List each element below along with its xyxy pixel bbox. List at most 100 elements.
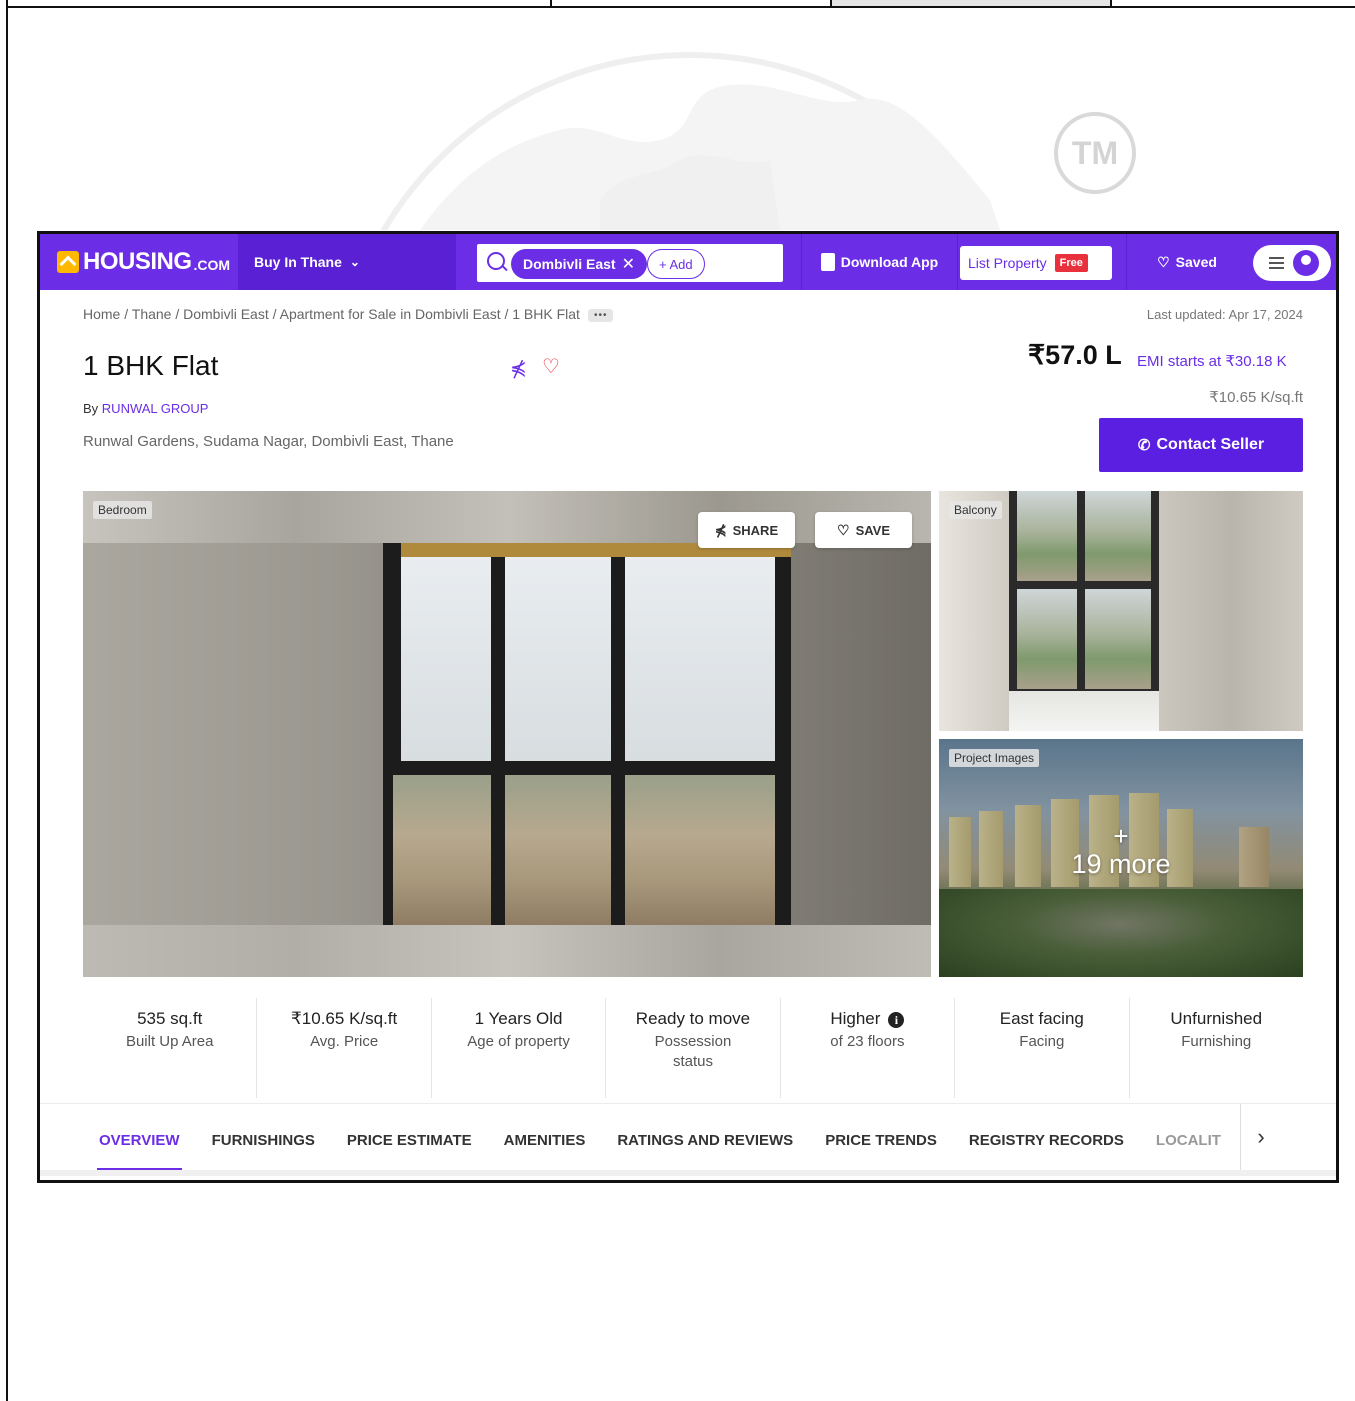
phone-icon: ✆: [1137, 437, 1151, 454]
top-table-strip: [6, 0, 1355, 8]
window-pane: [401, 555, 491, 761]
stat-floor: Higher i of 23 floors: [781, 998, 956, 1098]
window-pane-site: [393, 775, 491, 925]
housing-logo[interactable]: HOUSING .COM: [57, 248, 230, 276]
breadcrumb-more-button[interactable]: •••: [587, 308, 614, 322]
share-icon[interactable]: ⋠: [510, 356, 527, 381]
stat-value: 1 Years Old: [474, 1009, 563, 1028]
tab-underline-bar: [40, 1170, 1336, 1176]
page-title: 1 BHK Flat: [83, 350, 219, 381]
tab-bar: OVERVIEW FURNISHINGS PRICE ESTIMATE AMEN…: [83, 1104, 1253, 1176]
photo-right-wall: [791, 543, 931, 925]
tab-price-trends[interactable]: PRICE TRENDS: [825, 1104, 937, 1176]
stat-furnishing: Unfurnished Furnishing: [1130, 998, 1303, 1098]
search-chip-label: Dombivli East: [523, 256, 616, 272]
saved-label: Saved: [1175, 254, 1217, 270]
heart-icon[interactable]: ♡: [542, 354, 560, 379]
trademark-symbol: TM: [1054, 112, 1136, 194]
window-pane-site: [505, 775, 611, 925]
stat-label: Avg. Price: [310, 1033, 379, 1050]
photo-floor: [1009, 691, 1159, 731]
housing-listing-screenshot: HOUSING .COM Buy In Thane ⌄ Dombivli Eas…: [37, 231, 1339, 1183]
top-navbar: HOUSING .COM Buy In Thane ⌄ Dombivli Eas…: [40, 234, 1336, 290]
list-property-button[interactable]: List Property Free: [960, 246, 1112, 280]
stat-value: East facing: [999, 1009, 1084, 1028]
photo-blur-bottom: [83, 925, 931, 977]
hamburger-icon: [1269, 257, 1284, 269]
gallery-save-button[interactable]: ♡ SAVE: [815, 512, 912, 548]
contact-seller-button[interactable]: ✆ Contact Seller: [1099, 418, 1303, 472]
stat-possession: Ready to move Possession status: [606, 998, 781, 1098]
list-property-label: List Property: [968, 255, 1047, 271]
address: Runwal Gardens, Sudama Nagar, Dombivli E…: [83, 433, 454, 450]
window-pane: [1085, 491, 1151, 581]
stat-avg-price: ₹10.65 K/sq.ft Avg. Price: [257, 998, 432, 1098]
tab-registry-records[interactable]: REGISTRY RECORDS: [969, 1104, 1124, 1176]
stat-value-wrap: Higher i: [781, 1008, 954, 1030]
photo-tag: Bedroom: [93, 501, 152, 519]
developer-line: By RUNWAL GROUP: [83, 401, 208, 416]
breadcrumb: Home / Thane / Dombivli East / Apartment…: [83, 306, 614, 322]
tab-locality[interactable]: LOCALIT: [1156, 1104, 1221, 1176]
section-tabs: OVERVIEW FURNISHINGS PRICE ESTIMATE AMEN…: [40, 1103, 1336, 1176]
table-cell: [832, 0, 1112, 6]
search-bar[interactable]: Dombivli East ✕ + Add: [477, 244, 783, 282]
more-photos-overlay[interactable]: + 19 more: [939, 821, 1303, 880]
photo-window: [383, 543, 793, 925]
stat-label: Age of property: [467, 1033, 570, 1050]
download-app-label: Download App: [840, 254, 939, 270]
window-pane: [505, 555, 611, 761]
tab-amenities[interactable]: AMENITIES: [504, 1104, 586, 1176]
download-app-button[interactable]: Download App: [801, 234, 958, 290]
plus-icon: +: [1113, 821, 1129, 851]
gallery-save-label: SAVE: [855, 522, 890, 538]
city-selector[interactable]: Buy In Thane ⌄: [238, 234, 456, 290]
stat-age: 1 Years Old Age of property: [432, 998, 607, 1098]
stat-value: Higher: [830, 1009, 881, 1028]
add-location-button[interactable]: + Add: [647, 249, 705, 279]
tab-ratings-and-reviews[interactable]: RATINGS AND REVIEWS: [617, 1104, 793, 1176]
home-logo-icon: [57, 251, 79, 273]
price: ₹57.0 L: [1028, 340, 1122, 370]
stat-label: of 23 floors: [830, 1033, 905, 1050]
breadcrumb-path[interactable]: Home / Thane / Dombivli East / Apartment…: [83, 306, 580, 322]
photo-window: [1009, 491, 1159, 701]
stat-label: Furnishing: [1181, 1033, 1252, 1050]
search-icon: [487, 252, 505, 270]
stat-value: ₹10.65 K/sq.ft: [290, 1009, 398, 1028]
window-pane: [1017, 491, 1077, 581]
stat-value: Unfurnished: [1170, 1009, 1263, 1028]
heart-icon: ♡: [837, 521, 850, 538]
logo-domain: .COM: [193, 257, 231, 273]
photo-tag: Project Images: [949, 749, 1040, 767]
developer-link[interactable]: RUNWAL GROUP: [102, 401, 209, 416]
more-photos-count: 19 more: [1071, 849, 1171, 879]
main-photo-bedroom[interactable]: Bedroom ⋠ SHARE ♡ SAVE: [83, 491, 931, 977]
avatar: [1293, 250, 1319, 276]
phone-icon: [820, 253, 835, 271]
info-icon[interactable]: i: [888, 1011, 905, 1028]
search-chip[interactable]: Dombivli East ✕: [511, 249, 647, 279]
saved-button[interactable]: ♡ Saved: [1126, 234, 1247, 290]
close-icon[interactable]: ✕: [622, 254, 635, 274]
photo-wall: [1159, 491, 1303, 731]
emi-link[interactable]: EMI starts at ₹30.18 K: [1137, 352, 1287, 370]
city-label: Buy In Thane: [254, 254, 342, 270]
user-menu[interactable]: [1253, 245, 1331, 281]
tab-overview[interactable]: OVERVIEW: [97, 1104, 182, 1176]
stat-built-up-area: 535 sq.ft Built Up Area: [83, 998, 258, 1098]
gallery-share-button[interactable]: ⋠ SHARE: [698, 512, 795, 548]
tab-furnishings[interactable]: FURNISHINGS: [212, 1104, 315, 1176]
side-photo-balcony[interactable]: Balcony: [939, 491, 1303, 731]
free-badge: Free: [1054, 254, 1088, 272]
page-border-left: [6, 0, 8, 1401]
window-pane: [625, 555, 775, 761]
stat-facing: East facing Facing: [955, 998, 1130, 1098]
share-icon: ⋠: [714, 521, 727, 538]
heart-icon: ♡: [1157, 253, 1170, 270]
window-pane-site: [625, 775, 775, 925]
window-pane: [1017, 589, 1077, 689]
stat-label: Possession status: [654, 1033, 732, 1070]
tab-price-estimate[interactable]: PRICE ESTIMATE: [347, 1104, 472, 1176]
chevron-right-icon[interactable]: ›: [1240, 1104, 1281, 1170]
